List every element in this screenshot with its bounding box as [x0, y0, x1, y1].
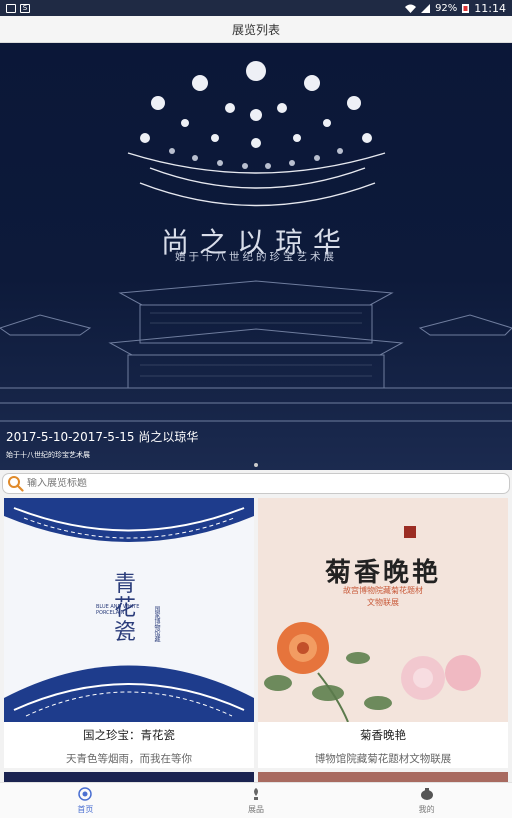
notification-s-icon: S	[20, 3, 30, 13]
chrysanthemum-image-sub2: 文物联展	[367, 598, 399, 607]
banner-caption-sub: 始于十八世纪的珍宝艺术展	[6, 451, 90, 459]
search-bar[interactable]	[2, 473, 510, 494]
tab-home[interactable]: 首页	[0, 783, 171, 818]
profile-icon	[420, 787, 433, 800]
search-input[interactable]	[27, 478, 487, 489]
exhibit-icon	[254, 787, 258, 800]
search-icon	[8, 476, 24, 492]
chrysanthemum-image-sub1: 故宫博物院藏菊花题材	[343, 586, 423, 595]
clock: 11:14	[474, 1, 506, 15]
page-title: 展览列表	[0, 16, 512, 43]
card-description: 博物馆院藏菊花题材文物联展	[314, 753, 452, 765]
carousel-indicator[interactable]	[254, 463, 258, 467]
signal-icon	[421, 3, 431, 13]
tab-profile[interactable]: 我的	[341, 783, 512, 818]
next-card-preview[interactable]	[258, 772, 508, 782]
blue-white-porcelain-image: 青花瓷 BLUE AND WHITE PORCELAIN 国家博物馆藏	[4, 498, 254, 722]
bottom-tab-bar: 首页 展品 我的	[0, 782, 512, 818]
chrysanthemum-image-title: 菊香晚艳	[324, 558, 441, 588]
tab-label: 我的	[418, 804, 435, 814]
status-bar: S 92% 11:14	[0, 0, 512, 16]
next-card-preview[interactable]	[4, 772, 254, 782]
tab-label: 首页	[77, 804, 94, 814]
card-title: 国之珍宝：青花瓷	[83, 728, 175, 742]
battery-percent: 92%	[435, 2, 458, 14]
porcelain-image-en: BLUE AND WHITE PORCELAIN	[96, 604, 140, 616]
card-title: 菊香晚艳	[360, 728, 406, 742]
tab-label: 展品	[248, 804, 264, 814]
exhibition-card[interactable]: 青花瓷 BLUE AND WHITE PORCELAIN 国家博物馆藏 国之珍宝…	[4, 498, 254, 768]
exhibition-banner[interactable]: 尚之以琼华 始于十八世纪的珍宝艺术展 2017-5-10-2017-5-15 尚…	[0, 43, 512, 470]
tab-exhibits[interactable]: 展品	[171, 783, 342, 818]
battery-icon	[462, 4, 470, 13]
banner-subtitle: 始于十八世纪的珍宝艺术展	[175, 251, 337, 263]
notification-icon	[6, 3, 16, 13]
wifi-icon	[405, 4, 417, 13]
porcelain-image-cn: 国家博物馆藏	[153, 606, 160, 642]
card-description: 天青色等烟雨，而我在等你	[66, 753, 192, 765]
exhibition-card[interactable]: 菊香晚艳 故宫博物院藏菊花题材 文物联展 菊香晚艳 博物馆院藏菊花题材文物联展	[258, 498, 508, 768]
home-icon	[78, 786, 93, 801]
chrysanthemum-image: 菊香晚艳 故宫博物院藏菊花题材 文物联展	[258, 498, 508, 722]
banner-caption: 2017-5-10-2017-5-15 尚之以琼华	[6, 430, 199, 444]
